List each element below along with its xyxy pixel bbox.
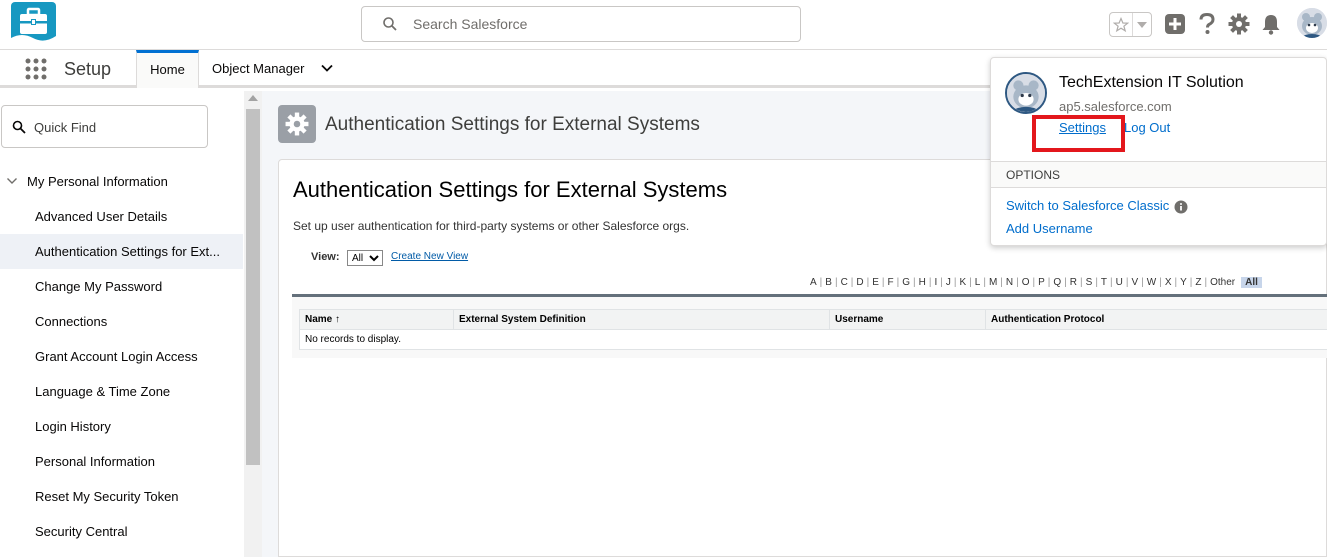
global-create-icon[interactable] <box>1163 12 1187 36</box>
global-search[interactable] <box>361 6 801 42</box>
setup-sidebar: My Personal Information Advanced User De… <box>0 91 243 557</box>
alphabet-filter-u[interactable]: U <box>1113 277 1126 288</box>
column-header-external-system-definition[interactable]: External System Definition <box>453 309 830 330</box>
salesforce-setup-logo-icon[interactable] <box>11 2 56 44</box>
page-heading: Authentication Settings for External Sys… <box>293 177 728 202</box>
alphabet-filter-g[interactable]: G <box>899 277 913 288</box>
alphabet-filter-other[interactable]: Other <box>1207 277 1238 288</box>
alphabet-filter-x[interactable]: X <box>1162 277 1175 288</box>
alphabet-filter-v[interactable]: V <box>1128 277 1141 288</box>
user-avatar[interactable] <box>1297 8 1327 38</box>
alphabet-filter: A | B | C | D | E | F | G | H | I | J | K | L | M | N | O | P | Q | R | S | T |… <box>807 275 1262 289</box>
alphabet-filter-d[interactable]: D <box>853 277 866 288</box>
favorites-star-icon[interactable] <box>1110 13 1134 36</box>
view-select[interactable]: All <box>347 250 383 266</box>
alphabet-filter-l[interactable]: L <box>972 277 984 288</box>
org-name: TechExtension IT Solution <box>1059 74 1244 91</box>
global-header <box>0 0 1327 50</box>
help-icon[interactable] <box>1195 12 1219 36</box>
alphabet-filter-b[interactable]: B <box>822 277 835 288</box>
sidebar-item-authentication-settings[interactable]: Authentication Settings for Ext... <box>0 234 243 269</box>
alphabet-filter-t[interactable]: T <box>1098 277 1110 288</box>
page-title: Authentication Settings for External Sys… <box>325 114 700 135</box>
scrollbar-thumb[interactable] <box>246 109 260 465</box>
alphabet-filter-c[interactable]: C <box>838 277 851 288</box>
alphabet-filter-h[interactable]: H <box>916 277 929 288</box>
column-header-name[interactable]: Name ↑ <box>299 309 454 330</box>
create-new-view-link[interactable]: Create New View <box>391 251 468 262</box>
alphabet-filter-f[interactable]: F <box>885 277 897 288</box>
alphabet-filter-y[interactable]: Y <box>1177 277 1190 288</box>
favorites-group <box>1109 12 1152 37</box>
tab-home[interactable]: Home <box>136 50 199 88</box>
app-name: Setup <box>64 59 112 79</box>
alphabet-filter-e[interactable]: E <box>869 277 882 288</box>
global-search-input[interactable] <box>413 13 783 35</box>
options-label: OPTIONS <box>1006 168 1061 182</box>
add-username-link[interactable]: Add Username <box>1006 221 1093 236</box>
highlight-annotation-box <box>1032 115 1125 152</box>
sidebar-scrollbar[interactable] <box>244 91 262 557</box>
user-avatar <box>1005 72 1047 114</box>
sidebar-item-language-time-zone[interactable]: Language & Time Zone <box>0 374 243 409</box>
sidebar-item-reset-my-security-token[interactable]: Reset My Security Token <box>0 479 243 514</box>
scroll-up-arrow-icon[interactable] <box>248 95 258 101</box>
org-domain: ap5.salesforce.com <box>1059 99 1172 114</box>
records-table: Name ↑ External System Definition Userna… <box>299 309 1327 350</box>
alphabet-filter-s[interactable]: S <box>1083 277 1096 288</box>
alphabet-filter-j[interactable]: J <box>943 277 954 288</box>
sidebar-item-connections[interactable]: Connections <box>0 304 243 339</box>
alphabet-filter-k[interactable]: K <box>956 277 969 288</box>
notifications-bell-icon[interactable] <box>1259 12 1283 36</box>
view-label: View: <box>311 251 340 263</box>
chevron-down-icon[interactable] <box>6 175 18 187</box>
tree-section-my-personal-information[interactable]: My Personal Information <box>0 167 243 195</box>
chevron-down-icon[interactable] <box>320 61 334 75</box>
log-out-link[interactable]: Log Out <box>1124 120 1170 135</box>
alphabet-filter-w[interactable]: W <box>1144 277 1159 288</box>
sidebar-item-security-central[interactable]: Security Central <box>0 514 243 549</box>
options-section-header: OPTIONS <box>991 161 1326 188</box>
tab-object-manager[interactable]: Object Manager <box>212 61 305 76</box>
sidebar-item-login-history[interactable]: Login History <box>0 409 243 444</box>
list-view-frame: Name ↑ External System Definition Userna… <box>292 294 1327 358</box>
sidebar-item-grant-account-login-access[interactable]: Grant Account Login Access <box>0 339 243 374</box>
alphabet-filter-o[interactable]: O <box>1019 277 1033 288</box>
column-header-authentication-protocol[interactable]: Authentication Protocol <box>985 309 1327 330</box>
alphabet-filter-i[interactable]: I <box>931 277 940 288</box>
alphabet-filter-a[interactable]: A <box>807 277 820 288</box>
sidebar-item-advanced-user-details[interactable]: Advanced User Details <box>0 199 243 234</box>
switch-to-classic-link[interactable]: Switch to Salesforce Classic <box>1006 198 1169 213</box>
sidebar-item-change-my-password[interactable]: Change My Password <box>0 269 243 304</box>
table-row: No records to display. <box>299 329 1327 350</box>
app-launcher-grid-icon[interactable] <box>24 57 48 81</box>
setup-gear-icon <box>278 105 316 143</box>
alphabet-filter-n[interactable]: N <box>1003 277 1016 288</box>
chevron-down-icon[interactable] <box>1133 13 1151 36</box>
column-header-username[interactable]: Username <box>829 309 986 330</box>
alphabet-filter-m[interactable]: M <box>986 277 1000 288</box>
empty-message: No records to display. <box>299 329 1327 350</box>
info-icon[interactable] <box>1174 200 1188 214</box>
alphabet-filter-q[interactable]: Q <box>1050 277 1064 288</box>
sidebar-item-personal-information[interactable]: Personal Information <box>0 444 243 479</box>
user-profile-popup: TechExtension IT Solution ap5.salesforce… <box>990 57 1327 246</box>
page-description: Set up user authentication for third-par… <box>293 219 690 233</box>
quick-find-input[interactable] <box>34 117 202 137</box>
search-icon <box>383 17 397 31</box>
quick-find-box[interactable] <box>1 105 208 148</box>
setup-gear-icon[interactable] <box>1227 12 1251 36</box>
alphabet-filter-r[interactable]: R <box>1067 277 1080 288</box>
tree-section-label: My Personal Information <box>27 174 168 189</box>
alphabet-filter-all[interactable]: All <box>1241 276 1262 288</box>
alphabet-filter-p[interactable]: P <box>1035 277 1048 288</box>
search-icon <box>12 120 26 134</box>
alphabet-filter-z[interactable]: Z <box>1192 277 1204 288</box>
